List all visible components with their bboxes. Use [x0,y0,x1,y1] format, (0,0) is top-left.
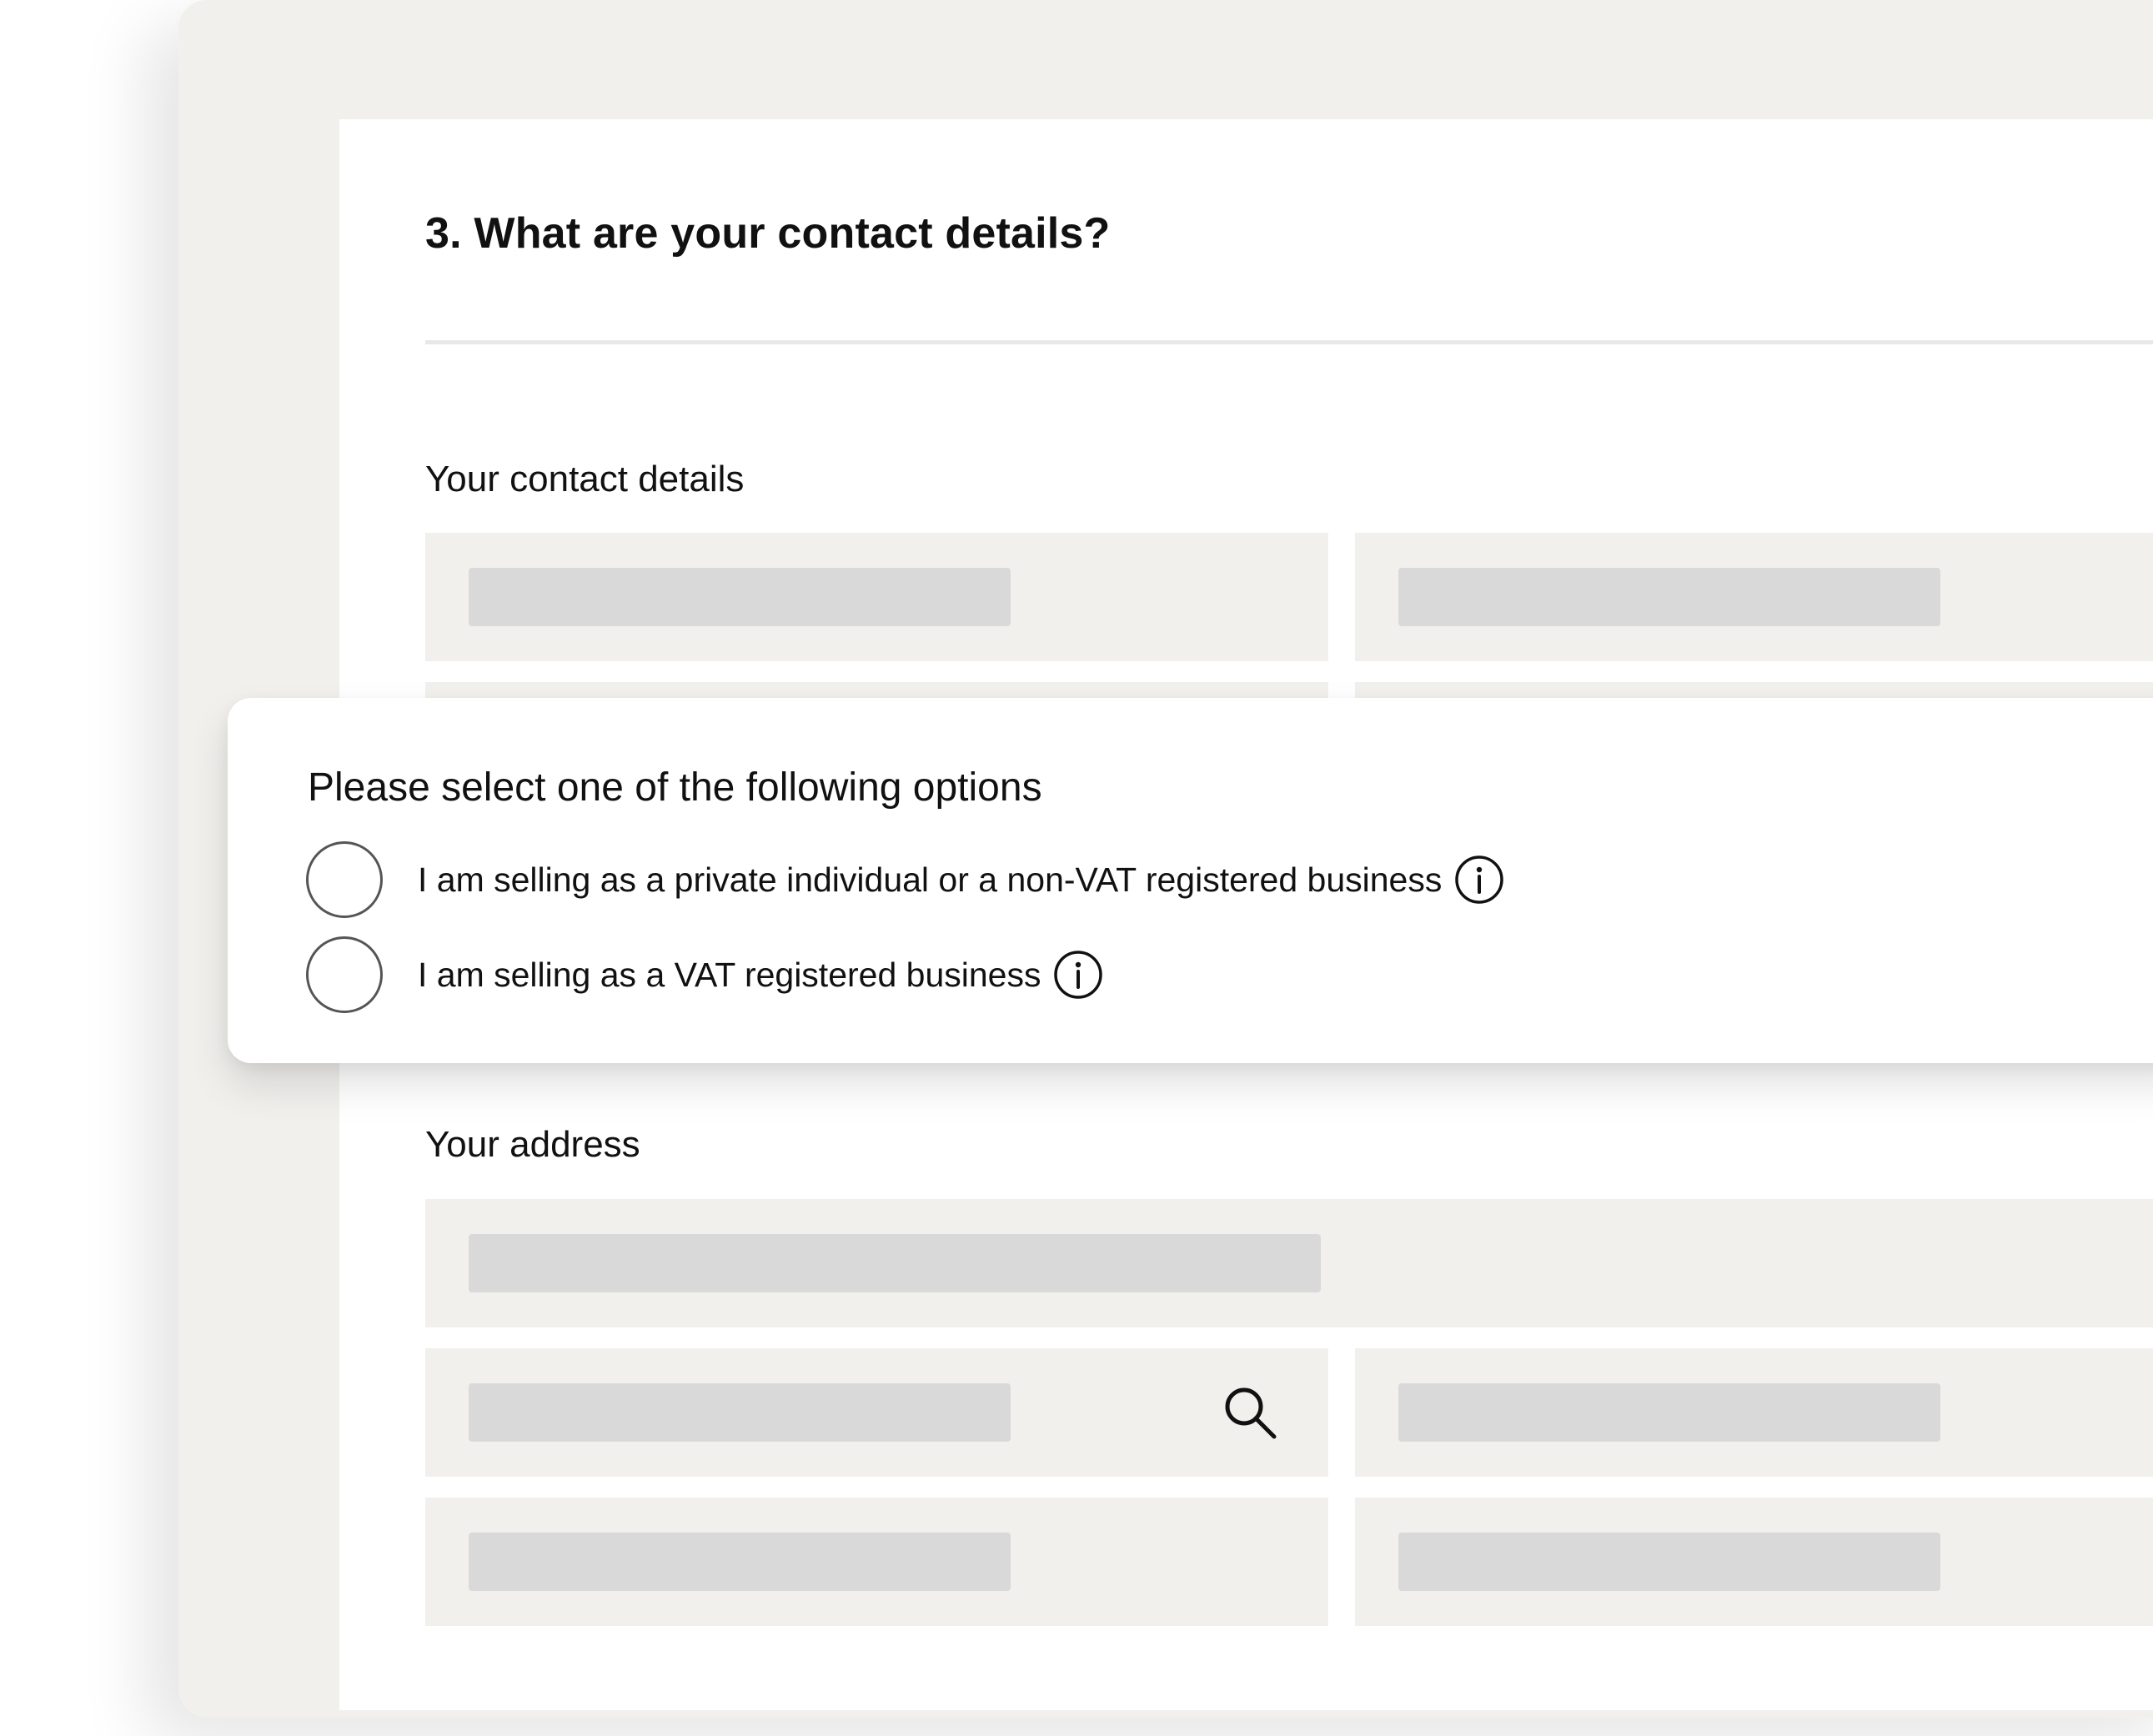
info-icon[interactable] [1052,949,1104,1001]
screenshot-stage: 3. What are your contact details? Your c… [0,0,2153,1736]
option-vat-registered[interactable]: I am selling as a VAT registered busines… [306,933,1104,1016]
contact-details-label: Your contact details [425,459,745,499]
placeholder-bar [1398,1383,1940,1442]
address-label: Your address [425,1124,640,1165]
address-field-country[interactable] [1355,1498,2153,1626]
placeholder-bar [469,1533,1011,1591]
popup-title: Please select one of the following optio… [308,765,1042,810]
heading-divider [425,340,2153,344]
placeholder-bar [1398,568,1940,626]
step-heading: 3. What are your contact details? [425,209,1111,258]
radio-private-seller[interactable] [306,841,383,918]
address-field-city[interactable] [1355,1348,2153,1477]
seller-type-popup: Please select one of the following optio… [228,698,2153,1063]
search-icon[interactable] [1219,1382,1281,1443]
placeholder-bar [469,1383,1011,1442]
contact-field-2[interactable] [1355,533,2153,661]
option-private-seller[interactable]: I am selling as a private individual or … [306,838,1505,921]
address-line-field[interactable] [425,1199,2153,1327]
address-field-region[interactable] [425,1498,1328,1626]
postcode-search-field[interactable] [425,1348,1328,1477]
placeholder-bar [469,1234,1321,1292]
contact-field-1[interactable] [425,533,1328,661]
info-icon[interactable] [1453,854,1505,906]
option-label: I am selling as a VAT registered busines… [418,955,1041,994]
option-label: I am selling as a private individual or … [418,860,1443,899]
placeholder-bar [1398,1533,1940,1591]
radio-vat-registered[interactable] [306,936,383,1013]
placeholder-bar [469,568,1011,626]
